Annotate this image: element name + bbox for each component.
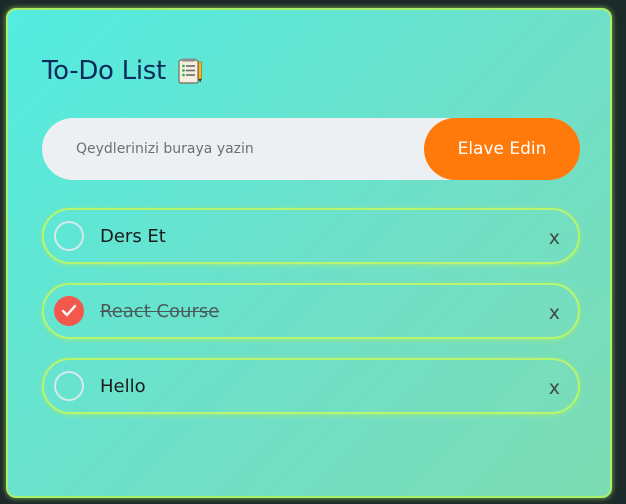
page-title: To-Do List — [42, 56, 166, 86]
todo-item[interactable]: Hello x — [42, 358, 580, 414]
todo-list: Ders Et x React Course x Hello x — [42, 208, 580, 433]
todo-text: Ders Et — [100, 225, 166, 247]
todo-text: React Course — [100, 300, 220, 322]
notepad-icon — [178, 58, 202, 84]
todo-app: To-Do List Elave Edin Ders Et x — [6, 8, 612, 498]
delete-button[interactable]: x — [549, 227, 560, 249]
unchecked-circle-icon[interactable] — [54, 371, 84, 401]
checked-circle-icon[interactable] — [54, 296, 84, 326]
add-note-row: Elave Edin — [42, 117, 580, 181]
title-row: To-Do List — [42, 56, 204, 86]
todo-item[interactable]: Ders Et x — [42, 208, 580, 264]
delete-button[interactable]: x — [549, 377, 560, 399]
todo-text: Hello — [100, 375, 146, 397]
checkmark-icon — [61, 304, 77, 317]
add-button[interactable]: Elave Edin — [424, 118, 580, 180]
unchecked-circle-icon[interactable] — [54, 221, 84, 251]
note-input[interactable] — [42, 117, 424, 181]
todo-item[interactable]: React Course x — [42, 283, 580, 339]
delete-button[interactable]: x — [549, 302, 560, 324]
